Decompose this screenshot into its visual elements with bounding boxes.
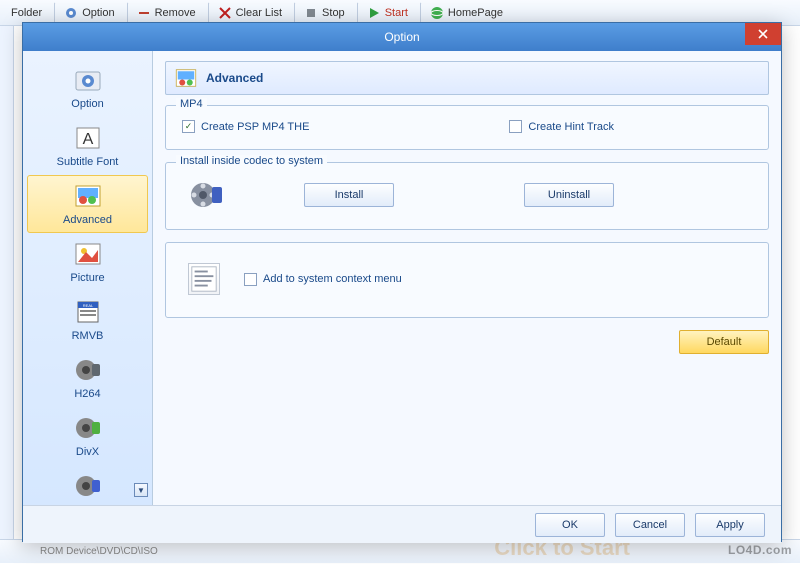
sidebar-scroll-down[interactable]: ▼ xyxy=(134,483,148,497)
sidebar-item-picture[interactable]: Picture xyxy=(27,233,148,291)
sidebar-item-label: Picture xyxy=(70,272,104,284)
sidebar-item-rmvb[interactable]: REAL RMVB xyxy=(27,291,148,349)
group-codec: Install inside codec to system Install U… xyxy=(165,162,769,230)
checkbox-label: Create Hint Track xyxy=(528,121,614,133)
sidebar-item-h264[interactable]: H264 xyxy=(27,349,148,407)
background-left-panel xyxy=(0,26,14,539)
gear-icon xyxy=(63,5,79,21)
sidebar-item-advanced[interactable]: Advanced xyxy=(27,175,148,233)
minus-icon xyxy=(136,5,152,21)
content-header: Advanced xyxy=(165,61,769,95)
sidebar-item-label: H264 xyxy=(74,388,100,400)
context-menu-icon xyxy=(188,263,220,295)
sidebar-item-divx[interactable]: DivX xyxy=(27,407,148,465)
watermark: LO4D.com xyxy=(728,543,792,557)
sidebar-item-label: Xvid xyxy=(77,504,98,505)
picture-icon xyxy=(72,238,104,270)
sidebar-item-label: Advanced xyxy=(63,214,112,226)
advanced-header-icon xyxy=(174,66,198,90)
checkbox-add-context-menu[interactable]: Add to system context menu xyxy=(244,273,402,286)
group-title: Install inside codec to system xyxy=(176,155,327,167)
ok-button[interactable]: OK xyxy=(535,513,605,537)
sidebar-item-subtitle-font[interactable]: A Subtitle Font xyxy=(27,117,148,175)
checkbox-label: Create PSP MP4 THE xyxy=(201,121,309,133)
cancel-button[interactable]: Cancel xyxy=(615,513,685,537)
group-title: MP4 xyxy=(176,98,207,110)
bg-start[interactable]: Start xyxy=(357,2,415,24)
stop-icon xyxy=(303,5,319,21)
close-icon xyxy=(758,29,768,39)
sidebar-item-xvid[interactable]: Xvid xyxy=(27,465,148,505)
content-pane: Advanced MP4 Create PSP MP4 THE Create H… xyxy=(153,51,781,505)
checkbox-icon xyxy=(182,120,195,133)
font-icon: A xyxy=(72,122,104,154)
default-button[interactable]: Default xyxy=(679,330,769,354)
bg-folder[interactable]: Folder xyxy=(4,4,49,22)
sidebar-item-label: Option xyxy=(71,98,103,110)
bg-stop[interactable]: Stop xyxy=(294,2,352,24)
advanced-icon xyxy=(72,180,104,212)
settings-sidebar: Option A Subtitle Font Advanced Picture … xyxy=(23,51,153,505)
uninstall-button[interactable]: Uninstall xyxy=(524,183,614,207)
film-reel-icon xyxy=(188,177,224,213)
apply-button[interactable]: Apply xyxy=(695,513,765,537)
svg-text:A: A xyxy=(82,131,93,148)
sidebar-item-label: Subtitle Font xyxy=(57,156,119,168)
play-icon xyxy=(366,5,382,21)
content-header-title: Advanced xyxy=(206,71,263,85)
option-dialog: Option Option A Subtitle Font Advanced P… xyxy=(22,22,782,542)
bg-option[interactable]: Option xyxy=(54,2,121,24)
group-context-menu: Add to system context menu xyxy=(165,242,769,318)
sidebar-item-label: RMVB xyxy=(72,330,104,342)
checkbox-create-hint[interactable]: Create Hint Track xyxy=(509,120,614,133)
checkbox-create-psp[interactable]: Create PSP MP4 THE xyxy=(182,120,309,133)
dialog-title: Option xyxy=(384,30,419,44)
svg-text:REAL: REAL xyxy=(82,303,93,308)
sidebar-item-option[interactable]: Option xyxy=(27,59,148,117)
dialog-footer: OK Cancel Apply xyxy=(23,505,781,543)
bg-clearlist[interactable]: Clear List xyxy=(208,2,289,24)
divx-icon xyxy=(72,412,104,444)
bg-homepage[interactable]: HomePage xyxy=(420,2,510,24)
bg-remove[interactable]: Remove xyxy=(127,2,203,24)
globe-icon xyxy=(429,5,445,21)
xvid-icon xyxy=(72,470,104,502)
checkbox-icon xyxy=(509,120,522,133)
install-button[interactable]: Install xyxy=(304,183,394,207)
h264-icon xyxy=(72,354,104,386)
rmvb-icon: REAL xyxy=(72,296,104,328)
checkbox-label: Add to system context menu xyxy=(263,273,402,285)
option-icon xyxy=(72,64,104,96)
dialog-titlebar[interactable]: Option xyxy=(23,23,781,51)
close-button[interactable] xyxy=(745,23,781,45)
x-icon xyxy=(217,5,233,21)
checkbox-icon xyxy=(244,273,257,286)
group-mp4: MP4 Create PSP MP4 THE Create Hint Track xyxy=(165,105,769,150)
sidebar-item-label: DivX xyxy=(76,446,99,458)
